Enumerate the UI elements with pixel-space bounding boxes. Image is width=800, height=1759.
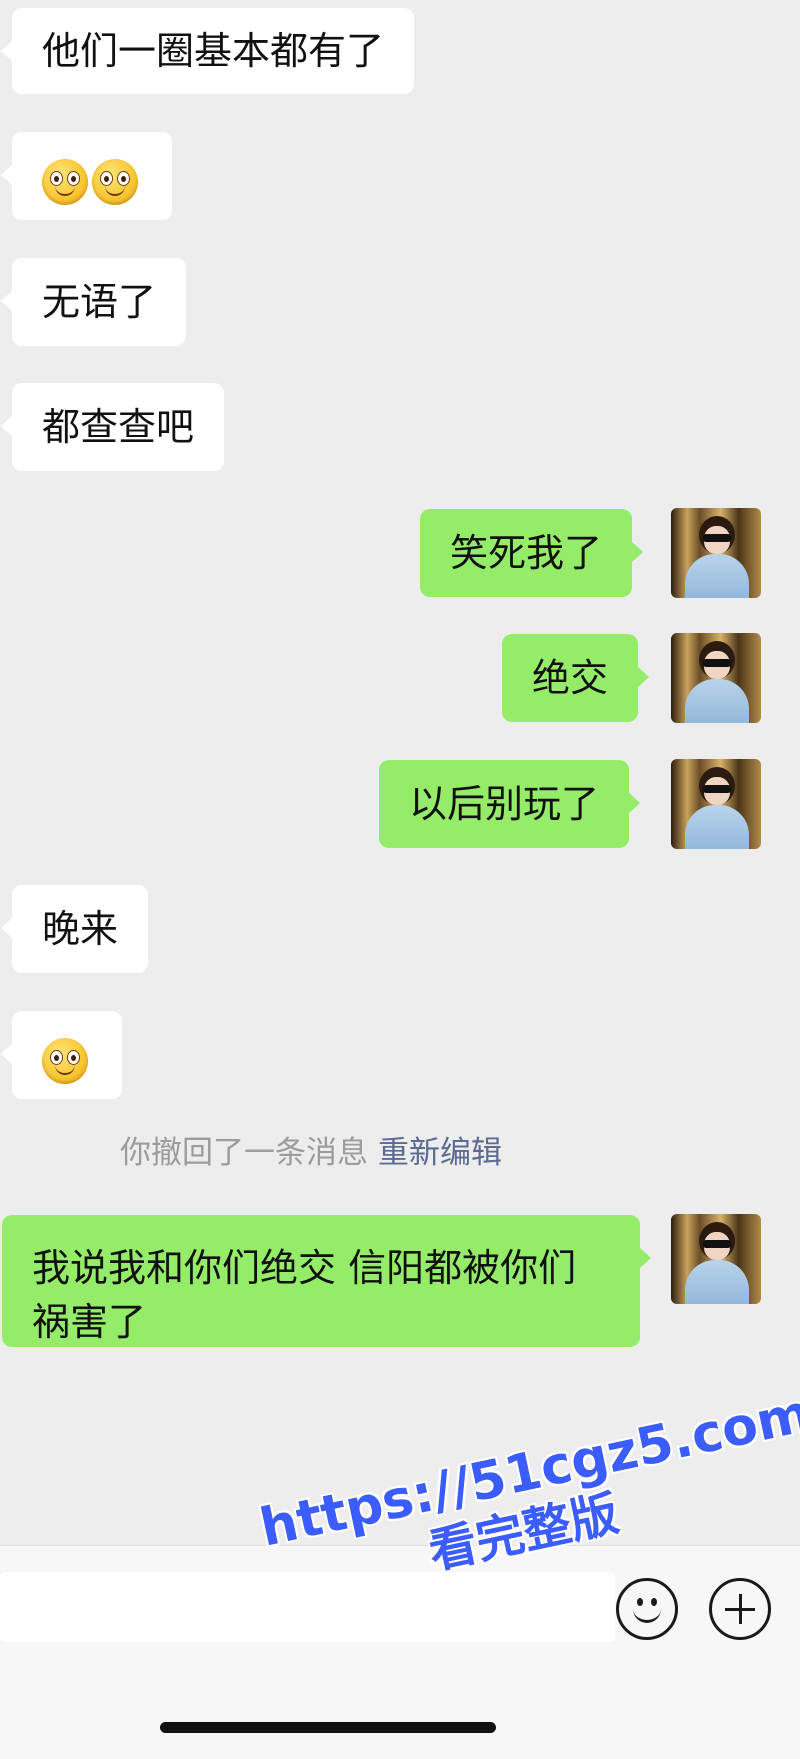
smile-emoji-icon (92, 158, 138, 205)
message-text: 晚来 (42, 907, 119, 951)
user-avatar[interactable] (671, 508, 761, 598)
left-message-bubble[interactable] (1, 132, 172, 220)
left-message-bubble[interactable]: 晚来 (0, 885, 149, 973)
message-text: 笑死我了 (450, 531, 603, 575)
recall-notice-text: 你撤回了一条消息 (120, 1135, 368, 1171)
plus-circle-icon[interactable] (709, 1578, 771, 1640)
smile-emoji-icon (42, 158, 88, 205)
home-indicator[interactable] (160, 1722, 496, 1733)
message-text: 都查查吧 (42, 405, 195, 449)
left-message-bubble[interactable]: 都查查吧 (0, 383, 225, 471)
re-edit-link[interactable]: 重新编辑 (378, 1135, 502, 1171)
recall-notice: 你撤回了一条消息 重新编辑 (0, 1127, 800, 1172)
smile-emoji-icon (42, 1037, 88, 1084)
message-text: 以后别玩了 (409, 782, 600, 826)
message-text: 我说我和你们绝交 信阳都被你们祸害了 (32, 1246, 577, 1344)
message-text: 绝交 (532, 656, 609, 700)
user-avatar[interactable] (671, 1214, 761, 1304)
smile-face-icon[interactable] (616, 1578, 678, 1640)
chat-message-list[interactable]: 他们一圈基本都有了 无语了 都查查吧 笑死我了 绝交 以后别玩了 晚来 你撤回了… (0, 0, 800, 1545)
right-message-bubble[interactable]: 绝交 (502, 634, 650, 722)
user-avatar[interactable] (671, 633, 761, 723)
message-text: 他们一圈基本都有了 (42, 29, 385, 73)
user-avatar[interactable] (671, 759, 761, 849)
message-text: 无语了 (42, 280, 157, 324)
left-message-bubble[interactable] (1, 1011, 122, 1099)
right-message-bubble[interactable]: 以后别玩了 (379, 760, 641, 848)
message-input[interactable] (0, 1572, 615, 1642)
left-message-bubble[interactable]: 无语了 (0, 258, 187, 346)
left-message-bubble[interactable]: 他们一圈基本都有了 (0, 8, 415, 94)
right-message-bubble[interactable]: 我说我和你们绝交 信阳都被你们祸害了 (2, 1215, 651, 1347)
right-message-bubble[interactable]: 笑死我了 (420, 509, 644, 597)
